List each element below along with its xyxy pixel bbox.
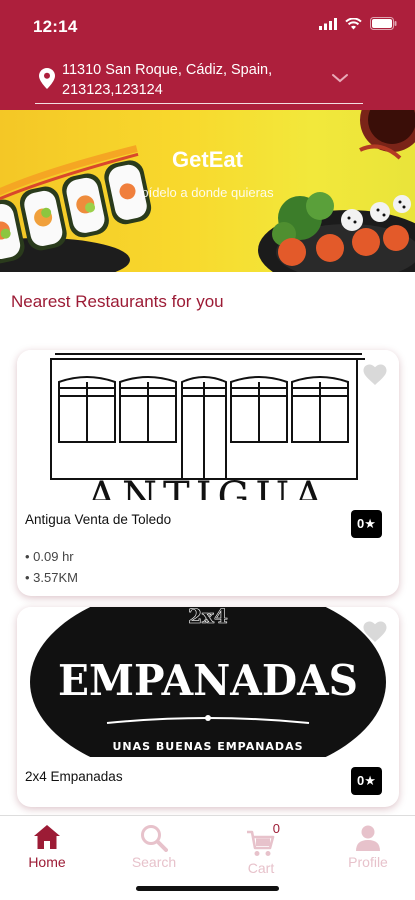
logo-text-2x4: 2x4 [188, 607, 228, 628]
heart-icon[interactable] [363, 621, 387, 648]
logo-text-antigua: ANTIGUA [86, 474, 329, 500]
rating-badge: 0★ [351, 510, 382, 538]
address-line-2: 213123,123124 [62, 82, 163, 98]
chevron-down-icon[interactable] [331, 70, 349, 88]
distance: • 3.57KM [25, 570, 78, 585]
restaurant-logo-image: ANTIGUA [17, 350, 399, 500]
delivery-time: • 0.09 hr [25, 549, 74, 564]
search-icon [140, 824, 168, 852]
cart-icon: 0 [246, 821, 280, 858]
signal-icon [319, 17, 337, 35]
logo-text-empanadas: EMPANADAS [58, 656, 358, 705]
address-line-1: 11310 San Roque, Cádiz, Spain, [62, 62, 273, 78]
status-time: 12:14 [33, 17, 78, 36]
home-indicator [136, 886, 279, 891]
nav-cart-label: Cart [247, 860, 275, 876]
section-title: Nearest Restaurants for you [11, 292, 224, 311]
delivery-address: 11310 San Roque, Cádiz, Spain, 213123,12… [62, 60, 272, 100]
location-selector[interactable]: 11310 San Roque, Cádiz, Spain, 213123,12… [35, 58, 363, 104]
nav-search-label: Search [131, 854, 177, 870]
restaurant-card[interactable]: ANTIGUA Antigua Venta de Toledo 0★ • 0.0… [17, 350, 399, 596]
nav-home[interactable]: Home [7, 816, 87, 870]
status-bar: 12:14 [0, 0, 415, 52]
logo-text-tagline: UNAS BUENAS EMPANADAS [112, 740, 303, 753]
home-icon [33, 824, 61, 850]
nav-home-label: Home [28, 854, 66, 870]
battery-icon [370, 17, 397, 35]
nav-profile[interactable]: Profile [328, 816, 408, 870]
restaurant-name: Antigua Venta de Toledo [25, 512, 172, 527]
restaurant-name: 2x4 Empanadas [25, 769, 123, 784]
restaurant-logo-image: 2x4 EMPANADAS UNAS BUENAS EMPANADAS [17, 607, 399, 757]
status-icons [319, 17, 397, 35]
profile-icon [354, 824, 382, 852]
nav-profile-label: Profile [348, 854, 388, 870]
banner-subtitle: pídelo a donde quieras [141, 185, 274, 200]
location-pin-icon [39, 68, 55, 94]
rating-badge: 0★ [351, 767, 382, 795]
cart-count-badge: 0 [272, 821, 280, 836]
nav-search[interactable]: Search [114, 816, 194, 870]
banner-title: GetEat [172, 147, 243, 172]
restaurant-card[interactable]: 2x4 EMPANADAS UNAS BUENAS EMPANADAS 2x4 … [17, 607, 399, 807]
app-header: 12:14 11310 San Roque, Cádiz, Spain, 213… [0, 0, 415, 110]
heart-icon[interactable] [363, 364, 387, 391]
nav-cart[interactable]: 0 Cart [221, 816, 301, 876]
promo-banner: GetEat pídelo a donde quieras [0, 110, 415, 272]
wifi-icon [345, 17, 362, 35]
